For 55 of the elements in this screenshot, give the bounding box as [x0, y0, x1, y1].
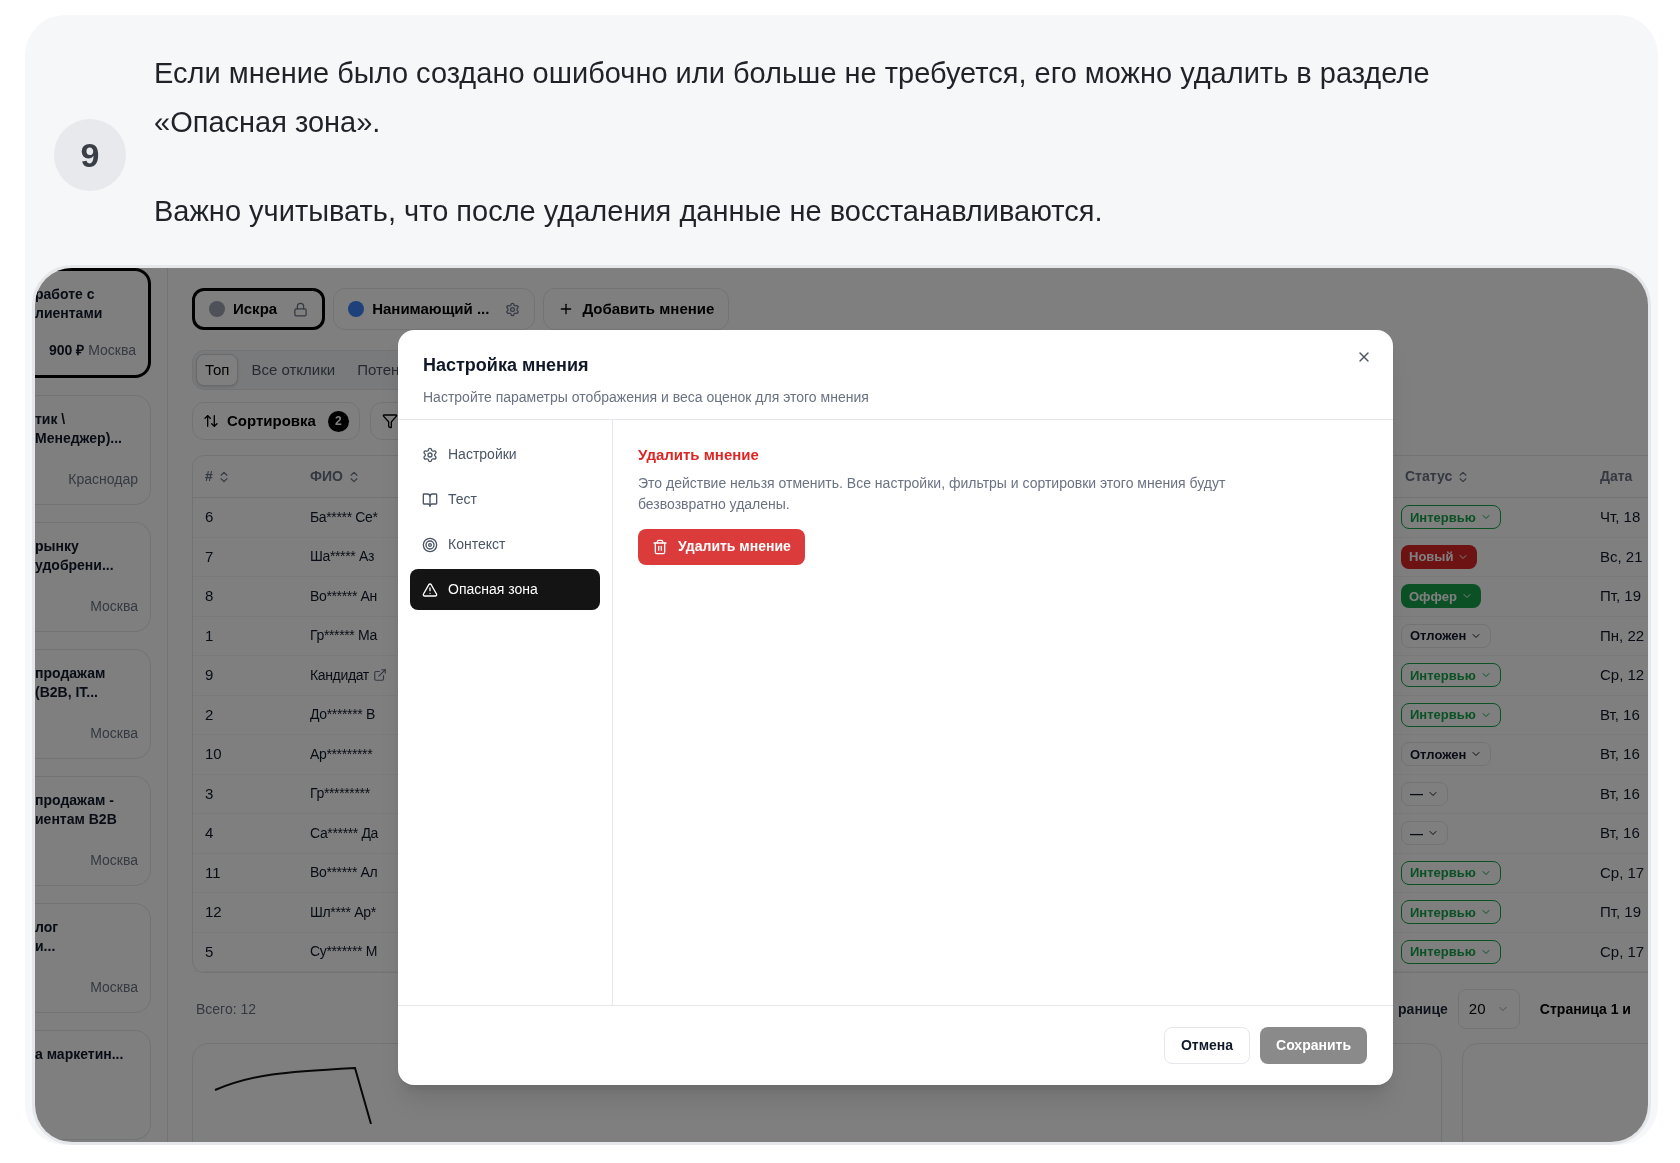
vacancy-title: лог — [35, 918, 60, 937]
vacancy-title: лиентами — [35, 304, 104, 323]
vacancy-city: Краснодар — [68, 470, 138, 489]
table-cell-text: Вт, 16 — [1599, 744, 1640, 764]
vacancy-title: удобрени... — [35, 556, 115, 575]
table-cell-text: 9 — [204, 665, 214, 685]
vacancy-city: Москва — [88, 341, 136, 360]
vacancy-title: работе с — [35, 285, 96, 304]
table-cell-text: 11 — [204, 862, 221, 883]
table-cell-text: Вс, 21 — [1599, 546, 1643, 567]
vacancy-title: продажам - — [35, 791, 115, 810]
table-cell-text: 1 — [204, 625, 214, 646]
table-cell-text: 8 — [204, 586, 214, 606]
table-cell-text: Вт, 16 — [1599, 783, 1640, 804]
dialog-subtitle: Настройте параметры отображения и веса оценок для этого мнения — [423, 388, 869, 407]
vacancy-title: тик \ — [35, 410, 67, 429]
vacancy-city: Москва — [90, 978, 138, 997]
section-title: Удалить мнение — [638, 445, 759, 465]
table-cell-text: 12 — [204, 902, 222, 922]
table-cell-text: Пт, 19 — [1599, 586, 1641, 606]
warning-text: Это действие нельзя отменить. Все настройки, фильтры и сортировки этого мнения будут безвозвратно удалены. — [638, 473, 1227, 514]
vacancy-title: а маркетин... — [35, 1045, 125, 1064]
vacancy-title: Менеджер)... — [35, 429, 123, 448]
table-cell-text: Пн, 22 — [1599, 625, 1645, 646]
table-cell-text: Чт, 18 — [1599, 507, 1641, 527]
table-cell-text: 6 — [204, 507, 214, 527]
total-count: Всего: 12 — [195, 999, 257, 1019]
vacancy-city: Москва — [90, 851, 138, 870]
table-cell-text: Вт, 16 — [1599, 704, 1640, 725]
vacancy-title: продажам — [35, 664, 107, 683]
table-cell-text: 10 — [204, 744, 222, 764]
page-indicator: Страница 1 и — [1539, 999, 1631, 1019]
table-cell-text: 4 — [204, 823, 214, 843]
table-cell-text: Пт, 19 — [1599, 902, 1641, 922]
table-cell-text: Ср, 17 — [1599, 941, 1645, 962]
table-cell-text: 2 — [204, 704, 214, 725]
dialog-title: Настройка мнения — [423, 354, 589, 377]
vacancy-title: (B2B, IT... — [35, 683, 99, 702]
instruction-text: Важно учитывать, что после удаления данные не восстанавливаются. — [154, 194, 1104, 229]
vacancy-city: Москва — [90, 597, 138, 616]
table-cell-text: Ср, 17 — [1599, 862, 1645, 883]
vacancy-salary: 900 ₽ — [48, 341, 85, 360]
per-page-label: ранице — [1398, 999, 1448, 1019]
table-cell-text: 7 — [204, 546, 214, 567]
table-cell-text: Ср, 12 — [1599, 665, 1645, 685]
vacancy-city: Москва — [90, 724, 138, 743]
table-cell-text: Вт, 16 — [1599, 823, 1640, 843]
step-number: 9 — [54, 119, 126, 191]
count-badge: 2 — [327, 410, 349, 432]
table-cell-text: 3 — [204, 783, 214, 804]
instruction-text: Если мнение было создано ошибочно или больше не требуется, его можно удалить в разделе «Опасная зона». — [154, 56, 1431, 140]
vacancy-title: иентам B2B — [35, 810, 118, 829]
table-cell-text: 5 — [204, 941, 214, 962]
vacancy-title: рынку — [35, 537, 80, 556]
vacancy-title: и... — [35, 937, 57, 956]
